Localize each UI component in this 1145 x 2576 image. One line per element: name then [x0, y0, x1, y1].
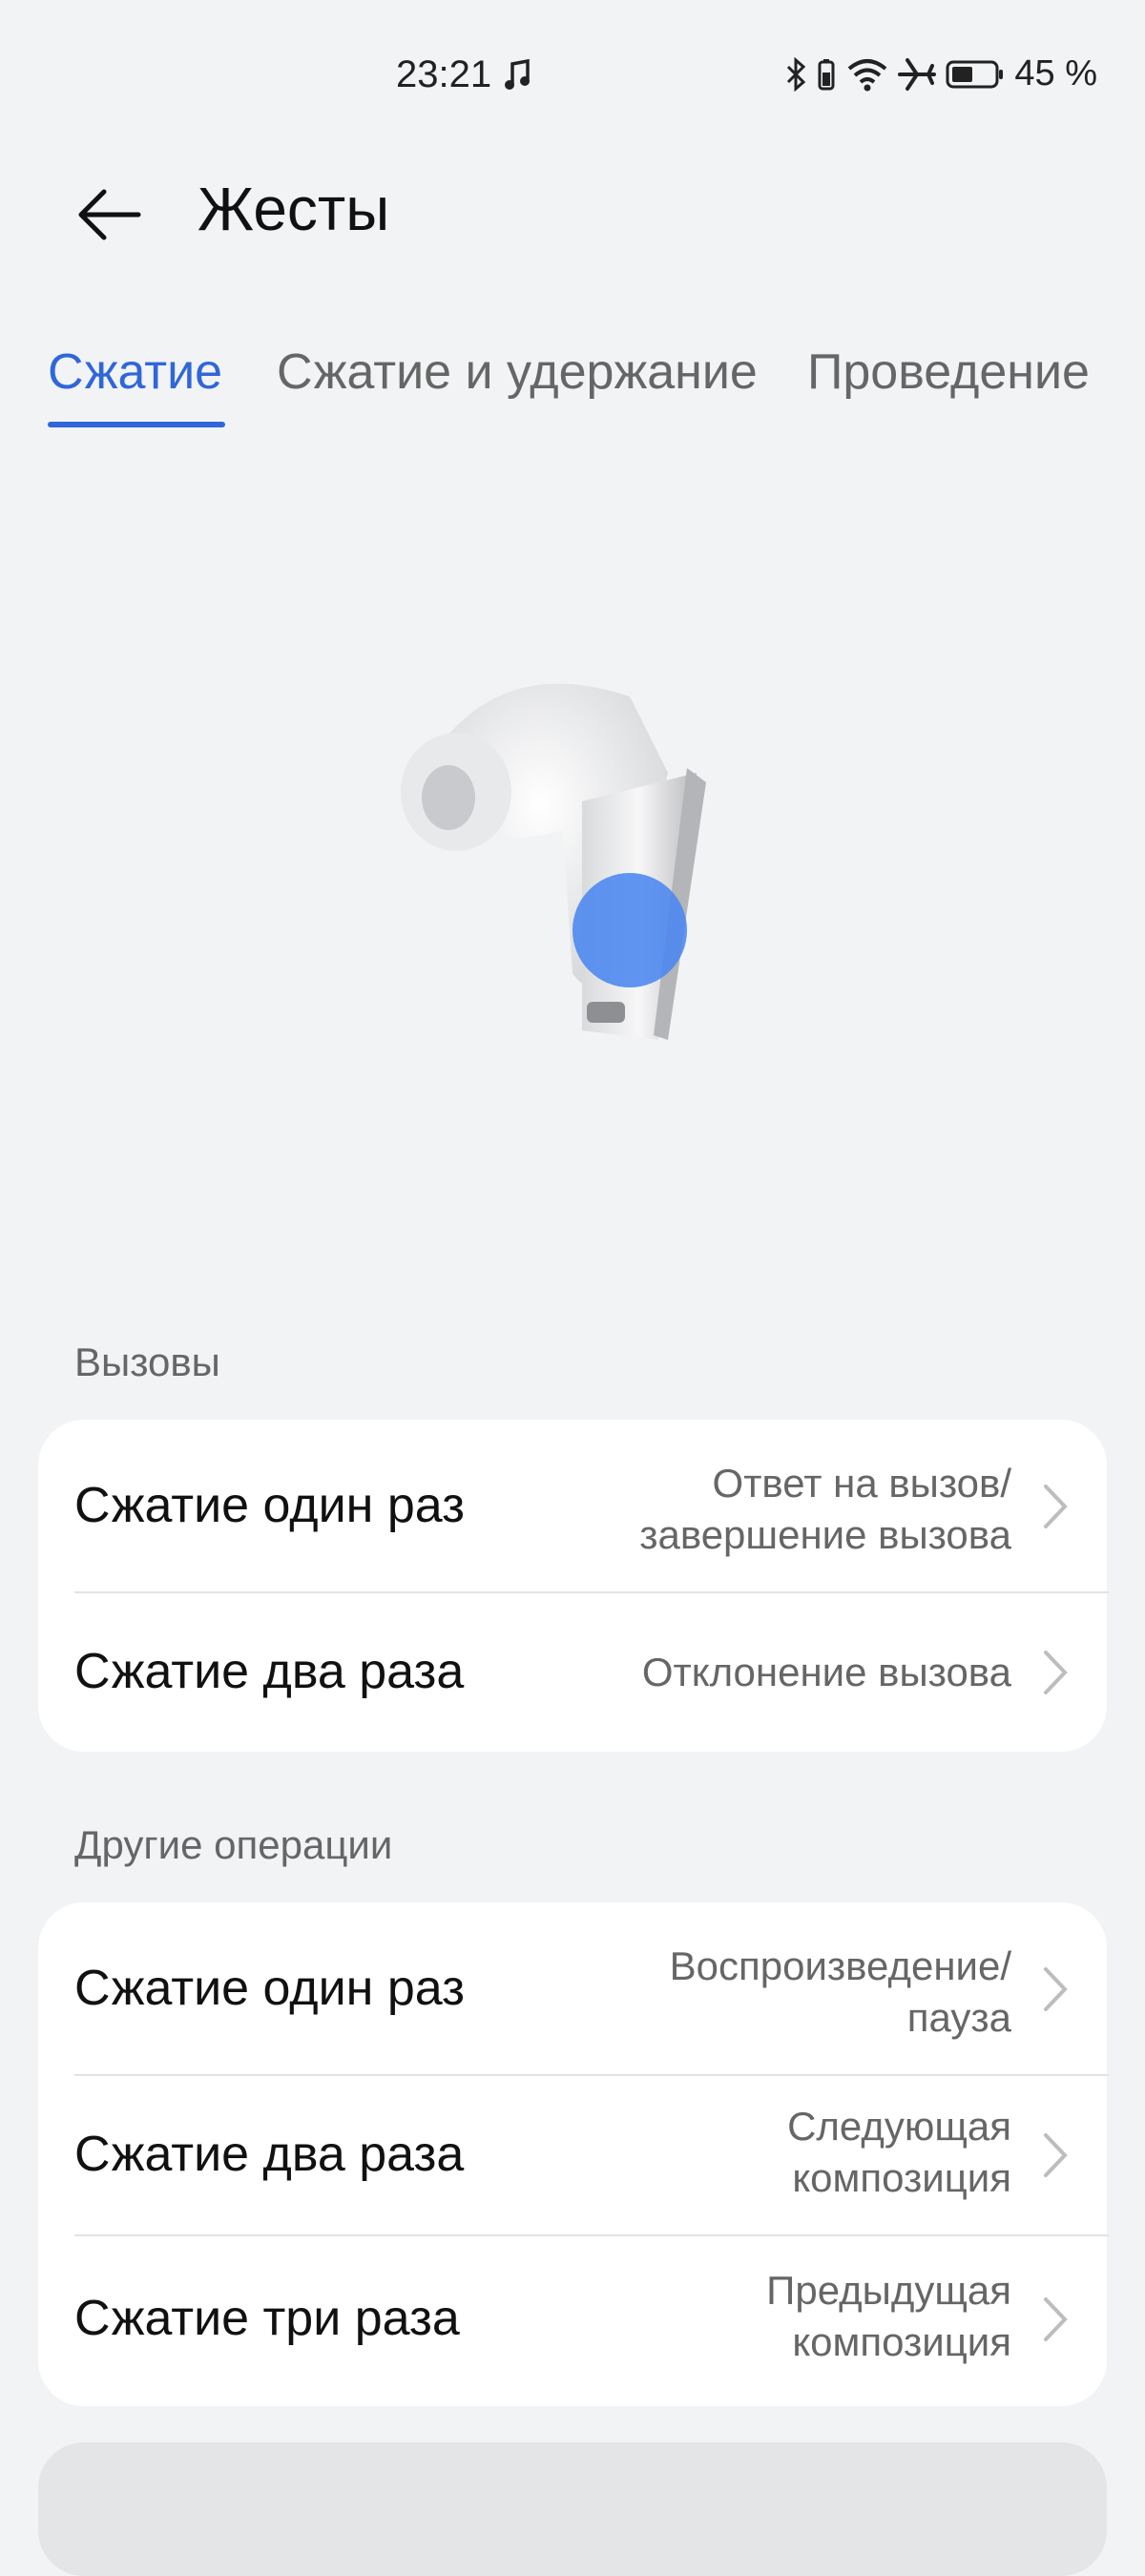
status-time-group: 23:21	[396, 53, 531, 96]
back-button[interactable]	[57, 162, 162, 267]
section-label-calls: Вызовы	[74, 1340, 220, 1384]
earbud-illustration	[382, 658, 763, 1059]
status-bar: 23:21 45 %	[0, 0, 1145, 153]
next-card-partial	[38, 2442, 1107, 2576]
chevron-right-icon	[1044, 1651, 1068, 1694]
tab-squeeze-hold[interactable]: Сжатие и удержание	[277, 343, 758, 401]
row-value-line2: композиция	[792, 2155, 1011, 2200]
row-value-line2: завершение вызова	[639, 1512, 1011, 1557]
list-item[interactable]: Сжатие два раза Следующая композиция	[38, 2076, 1107, 2234]
bluetooth-icon	[785, 56, 806, 92]
status-icons: 45 %	[785, 53, 1097, 94]
row-value: Следующая композиция	[787, 2101, 1011, 2204]
touch-indicator	[572, 873, 687, 987]
row-title: Сжатие один раз	[74, 1478, 465, 1533]
row-title: Сжатие один раз	[74, 1961, 465, 2016]
row-title: Сжатие два раза	[74, 2127, 465, 2182]
row-value: Ответ на вызов/ завершение вызова	[639, 1458, 1011, 1561]
row-value: Воспроизведение/ пауза	[670, 1941, 1011, 2044]
row-value-line2: композиция	[792, 2319, 1011, 2364]
tab-swipe[interactable]: Проведение	[807, 343, 1090, 401]
app-bar: Жесты	[0, 153, 1145, 260]
chevron-right-icon	[1044, 1967, 1068, 2011]
tab-squeeze[interactable]: Сжатие	[48, 343, 222, 401]
chevron-right-icon	[1044, 2133, 1068, 2177]
chevron-right-icon	[1044, 1485, 1068, 1528]
list-item[interactable]: Сжатие один раз Воспроизведение/ пауза	[38, 1902, 1107, 2074]
section-label-other: Другие операции	[74, 1822, 393, 1867]
battery-percent: 45 %	[1014, 53, 1097, 93]
battery-icon	[946, 57, 1005, 92]
music-note-icon	[503, 58, 531, 93]
row-value-line1: Отклонение вызова	[641, 1650, 1011, 1694]
vibrate-battery-icon	[816, 57, 837, 92]
row-value-line1: Следующая	[787, 2104, 1011, 2149]
status-time: 23:21	[396, 53, 492, 95]
row-title: Сжатие два раза	[74, 1644, 465, 1699]
row-value-line2: пауза	[906, 1995, 1011, 2040]
row-value-line1: Ответ на вызов/	[712, 1461, 1011, 1506]
list-item[interactable]: Сжатие два раза Отклонение вызова	[38, 1593, 1107, 1752]
page-title: Жесты	[198, 175, 390, 243]
calls-card: Сжатие один раз Ответ на вызов/ завершен…	[38, 1420, 1109, 1752]
list-item[interactable]: Сжатие три раза Предыдущая композиция	[38, 2236, 1107, 2406]
row-value-line1: Предыдущая	[766, 2268, 1011, 2313]
list-item[interactable]: Сжатие один раз Ответ на вызов/ завершен…	[38, 1420, 1107, 1591]
row-value: Отклонение вызова	[642, 1647, 1011, 1698]
row-value: Предыдущая композиция	[766, 2265, 1011, 2368]
other-operations-card: Сжатие один раз Воспроизведение/ пауза С…	[38, 1902, 1109, 2406]
chevron-right-icon	[1044, 2297, 1068, 2341]
row-value-line1: Воспроизведение/	[669, 1943, 1011, 1988]
row-title: Сжатие три раза	[74, 2291, 460, 2346]
airplane-icon	[898, 57, 937, 92]
active-tab-indicator	[48, 422, 225, 427]
wifi-icon	[846, 57, 888, 92]
arrow-left-icon	[78, 189, 141, 240]
